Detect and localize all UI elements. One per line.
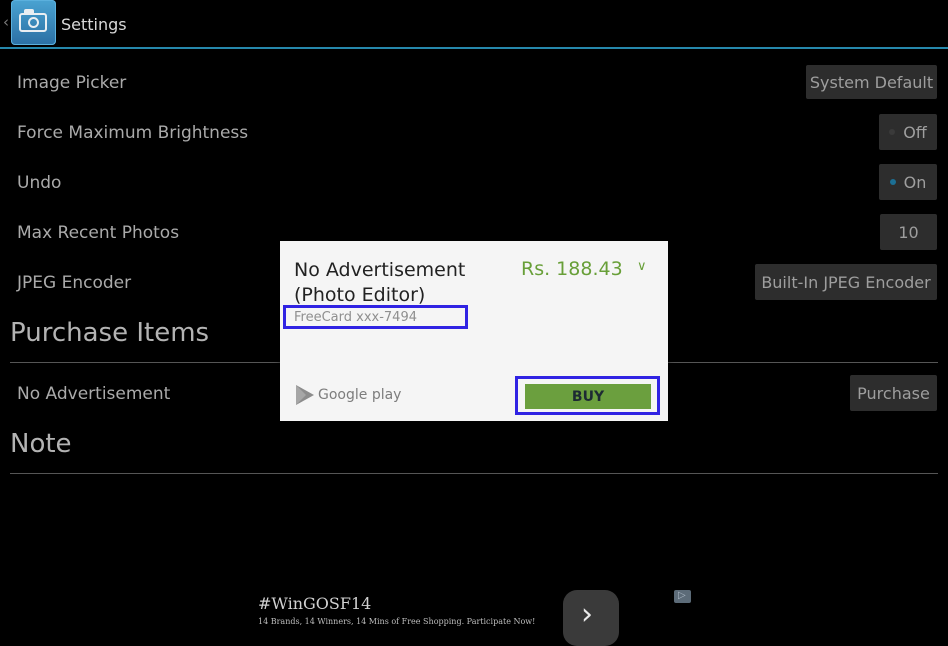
jpeg-encoder-button[interactable]: Built-In JPEG Encoder bbox=[755, 264, 937, 300]
ad-choices-icon[interactable]: ▷ bbox=[674, 590, 691, 603]
page-title: Settings bbox=[61, 15, 127, 34]
toggle-indicator-icon bbox=[889, 129, 896, 135]
no-advertisement-label: No Advertisement bbox=[17, 384, 171, 404]
force-brightness-toggle[interactable]: Off bbox=[879, 114, 937, 150]
section-divider bbox=[10, 473, 938, 474]
image-picker-label: Image Picker bbox=[17, 73, 127, 93]
ad-next-button[interactable]: › bbox=[563, 590, 619, 646]
jpeg-encoder-label: JPEG Encoder bbox=[17, 273, 132, 293]
chevron-down-icon[interactable]: ∨ bbox=[637, 259, 647, 274]
ad-title[interactable]: #WinGOSF14 bbox=[258, 594, 371, 613]
action-bar: ‹ Settings bbox=[0, 0, 948, 49]
undo-toggle[interactable]: On bbox=[879, 164, 937, 200]
google-play-label: Google play bbox=[318, 387, 402, 403]
action-bar-divider bbox=[0, 47, 948, 49]
google-play-icon bbox=[296, 385, 314, 405]
purchase-button[interactable]: Purchase bbox=[850, 375, 937, 411]
force-brightness-label: Force Maximum Brightness bbox=[17, 123, 249, 143]
buy-button[interactable]: BUY bbox=[525, 384, 651, 409]
purchase-dialog: No Advertisement (Photo Editor) Rs. 188.… bbox=[280, 241, 668, 421]
undo-label: Undo bbox=[17, 173, 62, 193]
chevron-left-icon[interactable]: ‹ bbox=[3, 13, 9, 31]
toggle-indicator-icon bbox=[889, 179, 896, 185]
max-recent-photos-label: Max Recent Photos bbox=[17, 223, 180, 243]
product-price[interactable]: Rs. 188.43 bbox=[521, 258, 623, 280]
payment-card[interactable]: FreeCard xxx-7494 bbox=[294, 310, 417, 325]
ad-subtitle[interactable]: 14 Brands, 14 Winners, 14 Mins of Free S… bbox=[258, 617, 535, 626]
product-title: No Advertisement (Photo Editor) bbox=[294, 259, 466, 306]
chevron-right-icon: › bbox=[581, 597, 593, 632]
camera-icon[interactable] bbox=[11, 0, 56, 45]
image-picker-button[interactable]: System Default bbox=[806, 65, 937, 99]
max-recent-photos-button[interactable]: 10 bbox=[880, 214, 937, 250]
note-heading: Note bbox=[10, 429, 72, 459]
purchase-items-heading: Purchase Items bbox=[10, 318, 210, 348]
